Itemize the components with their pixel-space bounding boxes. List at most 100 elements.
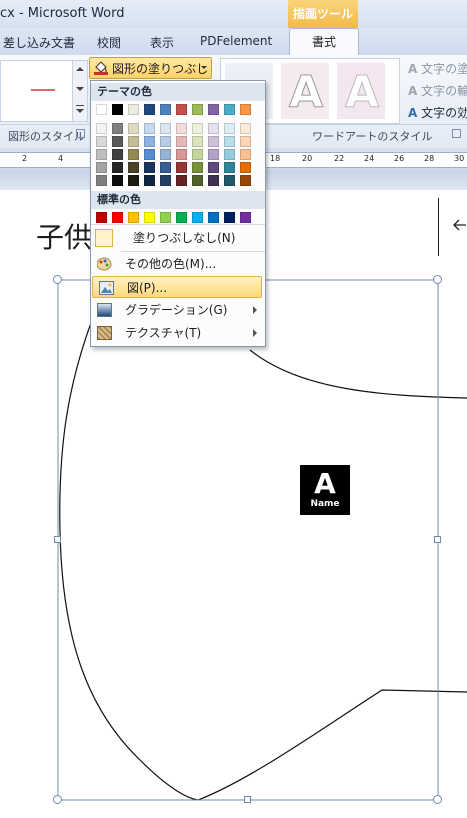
theme-color-swatch[interactable] bbox=[240, 104, 251, 115]
standard-color-swatch[interactable] bbox=[112, 212, 123, 223]
theme-color-swatch[interactable] bbox=[176, 104, 187, 115]
standard-color-swatch[interactable] bbox=[240, 212, 251, 223]
theme-shade-swatch[interactable] bbox=[192, 149, 203, 160]
theme-shade-swatch[interactable] bbox=[224, 162, 235, 173]
theme-shade-swatch[interactable] bbox=[208, 123, 219, 134]
standard-color-swatch[interactable] bbox=[128, 212, 139, 223]
standard-color-swatch[interactable] bbox=[176, 212, 187, 223]
theme-color-swatch[interactable] bbox=[144, 104, 155, 115]
wordart-style-3[interactable]: A bbox=[337, 63, 385, 119]
theme-shade-swatch[interactable] bbox=[160, 123, 171, 134]
side-resize-handle[interactable] bbox=[434, 536, 441, 543]
theme-shade-swatch[interactable] bbox=[96, 175, 107, 186]
theme-shade-swatch[interactable] bbox=[160, 175, 171, 186]
logo-image[interactable]: A Name bbox=[300, 465, 350, 515]
standard-color-swatch[interactable] bbox=[160, 212, 171, 223]
resize-handle[interactable] bbox=[433, 275, 442, 284]
theme-shade-swatch[interactable] bbox=[128, 162, 139, 173]
texture-item[interactable]: テクスチャ(T) bbox=[91, 322, 265, 344]
theme-shade-swatch[interactable] bbox=[96, 149, 107, 160]
theme-shade-swatch[interactable] bbox=[144, 123, 155, 134]
side-resize-handle[interactable] bbox=[244, 796, 251, 803]
theme-shade-swatch[interactable] bbox=[144, 162, 155, 173]
theme-color-swatch[interactable] bbox=[208, 104, 219, 115]
theme-shade-swatch[interactable] bbox=[144, 149, 155, 160]
gradient-item[interactable]: グラデーション(G) bbox=[91, 299, 265, 321]
standard-color-swatch[interactable] bbox=[96, 212, 107, 223]
theme-shade-swatch[interactable] bbox=[176, 175, 187, 186]
theme-shade-swatch[interactable] bbox=[96, 123, 107, 134]
theme-shade-swatch[interactable] bbox=[176, 123, 187, 134]
gallery-scroll[interactable] bbox=[72, 60, 88, 122]
theme-shade-swatch[interactable] bbox=[192, 123, 203, 134]
standard-color-swatch[interactable] bbox=[192, 212, 203, 223]
theme-shade-swatch[interactable] bbox=[240, 136, 251, 147]
theme-shade-swatch[interactable] bbox=[176, 162, 187, 173]
theme-shade-swatch[interactable] bbox=[192, 175, 203, 186]
tab-format[interactable]: 書式 bbox=[289, 28, 359, 57]
more-colors-item[interactable]: その他の色(M)... bbox=[91, 253, 265, 275]
theme-shade-swatch[interactable] bbox=[224, 123, 235, 134]
theme-shade-swatch[interactable] bbox=[128, 123, 139, 134]
theme-color-swatch[interactable] bbox=[160, 104, 171, 115]
theme-shade-swatch[interactable] bbox=[112, 136, 123, 147]
theme-shade-swatch[interactable] bbox=[144, 136, 155, 147]
side-resize-handle[interactable] bbox=[54, 536, 61, 543]
theme-shade-swatch[interactable] bbox=[208, 162, 219, 173]
theme-shade-swatch[interactable] bbox=[224, 136, 235, 147]
tab-view[interactable]: 表示 bbox=[150, 34, 174, 51]
resize-handle[interactable] bbox=[433, 795, 442, 804]
shape-style-gallery[interactable] bbox=[0, 60, 74, 122]
dialog-launcher-icon[interactable] bbox=[452, 129, 461, 138]
text-effects-button[interactable]: A 文字の効 bbox=[408, 104, 467, 121]
text-fill-button[interactable]: A 文字の塗 bbox=[408, 60, 467, 77]
theme-color-swatch[interactable] bbox=[112, 104, 123, 115]
picture-fill-item[interactable]: 図(P)... bbox=[92, 276, 262, 298]
theme-shade-swatch[interactable] bbox=[112, 149, 123, 160]
theme-shade-swatch[interactable] bbox=[96, 136, 107, 147]
standard-color-swatch[interactable] bbox=[144, 212, 155, 223]
theme-shade-swatch[interactable] bbox=[128, 175, 139, 186]
text-outline-button[interactable]: A 文字の輪 bbox=[408, 82, 467, 99]
theme-shade-swatch[interactable] bbox=[144, 175, 155, 186]
no-fill-item[interactable]: 塗りつぶしなし(N) bbox=[91, 227, 265, 249]
standard-color-swatch[interactable] bbox=[224, 212, 235, 223]
shape-fill-button[interactable]: 図形の塗りつぶし bbox=[89, 57, 212, 79]
theme-shade-swatch[interactable] bbox=[128, 136, 139, 147]
theme-shade-swatch[interactable] bbox=[112, 123, 123, 134]
theme-shade-swatch[interactable] bbox=[160, 149, 171, 160]
tab-review[interactable]: 校閲 bbox=[97, 34, 121, 51]
theme-shade-swatch[interactable] bbox=[208, 136, 219, 147]
theme-shade-swatch[interactable] bbox=[240, 123, 251, 134]
wordart-style-2[interactable]: A bbox=[281, 63, 329, 119]
theme-shade-swatch[interactable] bbox=[176, 136, 187, 147]
resize-handle[interactable] bbox=[53, 795, 62, 804]
theme-shade-swatch[interactable] bbox=[240, 175, 251, 186]
theme-shade-swatch[interactable] bbox=[112, 175, 123, 186]
theme-color-swatch[interactable] bbox=[96, 104, 107, 115]
resize-handle[interactable] bbox=[53, 275, 62, 284]
theme-color-swatch[interactable] bbox=[192, 104, 203, 115]
theme-shade-swatch[interactable] bbox=[96, 162, 107, 173]
theme-shade-swatch[interactable] bbox=[240, 162, 251, 173]
tab-pdfelement[interactable]: PDFelement bbox=[200, 34, 272, 48]
theme-shade-swatch[interactable] bbox=[176, 149, 187, 160]
theme-shade-swatch[interactable] bbox=[224, 149, 235, 160]
theme-shade-swatch[interactable] bbox=[192, 136, 203, 147]
tab-mailings[interactable]: 差し込み文書 bbox=[3, 34, 75, 51]
theme-shade-swatch[interactable] bbox=[192, 162, 203, 173]
theme-shade-swatch[interactable] bbox=[160, 136, 171, 147]
freeform-shape[interactable] bbox=[0, 270, 467, 818]
no-fill-swatch bbox=[95, 229, 113, 247]
theme-shade-swatch[interactable] bbox=[208, 149, 219, 160]
theme-shade-swatch[interactable] bbox=[240, 149, 251, 160]
standard-color-swatch[interactable] bbox=[208, 212, 219, 223]
theme-color-swatch[interactable] bbox=[224, 104, 235, 115]
theme-shade-swatch[interactable] bbox=[128, 149, 139, 160]
theme-shade-swatch[interactable] bbox=[208, 175, 219, 186]
theme-shade-swatch[interactable] bbox=[160, 162, 171, 173]
theme-shade-swatch[interactable] bbox=[112, 162, 123, 173]
dialog-launcher-icon[interactable] bbox=[76, 129, 85, 138]
theme-color-swatch[interactable] bbox=[128, 104, 139, 115]
theme-shade-swatch[interactable] bbox=[224, 175, 235, 186]
